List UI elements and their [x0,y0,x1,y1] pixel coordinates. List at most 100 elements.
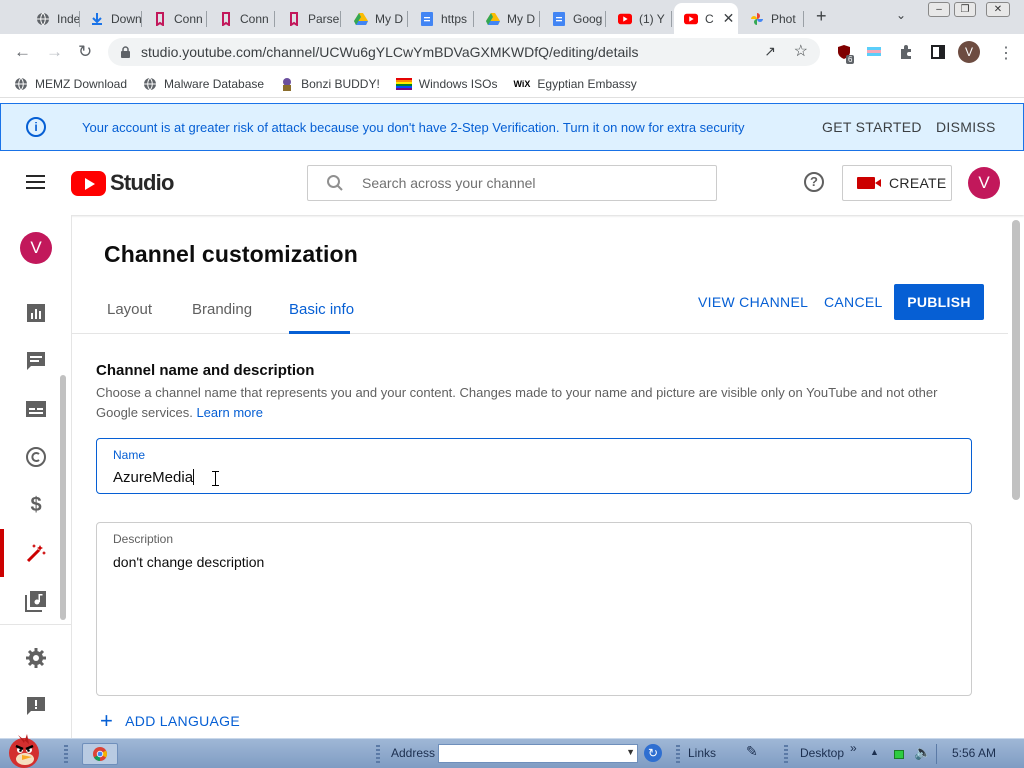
bookmark-egyptian-embassy[interactable]: WiX Egyptian Embassy [513,77,636,91]
publish-button[interactable]: PUBLISH [894,284,984,320]
account-avatar[interactable]: V [968,167,1000,199]
taskbar-grip[interactable] [784,745,788,763]
minimize-button[interactable]: – [928,2,950,17]
chrome-menu-icon[interactable]: ⋮ [998,43,1014,63]
name-input[interactable]: AzureMedia [113,469,195,486]
get-started-button[interactable]: GET STARTED [822,119,922,135]
taskbar-address-input[interactable]: ▼ [438,744,638,763]
chevron-right-icon[interactable]: » [850,741,857,755]
audio-library-icon[interactable] [25,590,47,612]
taskbar-clock[interactable]: 5:56 AM [952,746,996,760]
taskbar-grip[interactable] [376,745,380,763]
analytics-icon[interactable] [25,302,47,324]
bookmark-malware-database[interactable]: Malware Database [143,77,264,91]
browser-tab-active[interactable]: C ✕ [674,3,738,34]
links-toolbar-label[interactable]: Links [688,746,716,760]
speaker-icon[interactable]: 🔈 [914,744,931,761]
bracket-icon [153,11,167,26]
view-channel-button[interactable]: VIEW CHANNEL [698,294,808,310]
dismiss-button[interactable]: DISMISS [936,119,996,135]
battery-icon[interactable] [894,750,904,759]
go-refresh-icon[interactable]: ↻ [644,744,662,762]
bookmark-star-icon[interactable]: ☆ [794,41,808,61]
browser-tab[interactable]: My D [476,3,540,34]
share-icon[interactable]: ↗ [764,43,776,60]
browser-tab[interactable]: My D [344,3,408,34]
monetization-icon[interactable]: $ [25,494,47,516]
browser-tab[interactable]: https [410,3,474,34]
description-textarea[interactable]: don't change description [113,554,264,570]
browser-tab[interactable]: Goog [542,3,606,34]
name-value: AzureMedia [113,469,194,486]
description-field[interactable]: Description don't change description [96,522,972,696]
tab-separator [340,11,341,27]
name-field[interactable]: Name AzureMedia [96,438,972,494]
active-indicator [0,529,4,577]
chrome-icon [93,747,107,761]
learn-more-link[interactable]: Learn more [196,405,262,420]
tab-branding[interactable]: Branding [192,301,252,318]
bookmark-memz[interactable]: MEMZ Download [14,77,127,91]
help-icon[interactable]: ? [804,172,824,192]
tab-close-icon[interactable]: ✕ [723,10,735,27]
taskbar-grip[interactable] [64,745,68,763]
address-bar[interactable]: studio.youtube.com/channel/UCWu6gYLCwYmB… [108,38,820,66]
close-window-button[interactable]: ✕ [986,2,1010,17]
side-panel-icon[interactable] [930,44,946,60]
extension-badge: 6 [846,55,855,64]
main-scrollbar[interactable] [1012,220,1020,500]
back-arrow-icon[interactable]: ← [14,42,31,62]
search-box[interactable] [307,165,717,201]
bookmark-windows-isos[interactable]: Windows ISOs [395,77,497,91]
search-input[interactable] [362,175,702,191]
tray-expand-icon[interactable]: ▲ [870,747,879,757]
tab-separator [274,11,275,27]
reload-icon[interactable]: ↻ [78,42,92,62]
bracket-icon [287,11,301,26]
browser-tab[interactable]: Down [80,3,142,34]
feedback-icon[interactable] [25,695,47,717]
subtitles-icon[interactable] [25,398,47,420]
globe-icon [144,77,157,90]
taskbar-chrome-button[interactable] [82,743,118,765]
desktop-toolbar-label[interactable]: Desktop [800,746,844,760]
tab-title: My D [375,11,403,26]
chrome-profile-avatar[interactable]: V [958,41,980,63]
tab-basic-info[interactable]: Basic info [289,301,354,318]
youtube-icon [684,12,698,26]
angry-bird-start-icon[interactable] [4,731,48,768]
bracket-icon [219,11,233,26]
tab-layout[interactable]: Layout [107,301,152,318]
create-button[interactable]: CREATE [842,165,952,201]
browser-tab[interactable]: Phot [740,3,804,34]
tab-search-chevron-icon[interactable]: ⌄ [896,8,906,22]
menu-icon[interactable] [26,175,45,189]
dropdown-arrow-icon[interactable]: ▼ [626,747,635,757]
maximize-button[interactable]: ❐ [954,2,976,17]
puzzle-extensions-icon[interactable] [898,44,914,60]
taskbar-grip[interactable] [676,745,680,763]
flag-extension-icon[interactable] [866,44,882,60]
copyright-icon[interactable] [25,446,47,468]
security-banner: i Your account is at greater risk of att… [0,103,1024,151]
rail-scrollbar[interactable] [60,375,66,620]
comments-icon[interactable] [25,350,47,372]
studio-logo[interactable]: Studio [71,170,174,196]
cancel-button[interactable]: CANCEL [824,294,883,310]
customization-icon[interactable] [25,542,47,564]
settings-icon[interactable] [25,647,47,669]
browser-tab[interactable]: Parse [277,3,341,34]
browser-tab[interactable]: (1) Y [608,3,672,34]
section-title: Channel name and description [96,362,315,379]
browser-tab[interactable]: Index [26,3,80,34]
forward-arrow-icon[interactable]: → [46,42,63,62]
notepad-icon[interactable]: ✎ [746,743,758,760]
browser-tab[interactable]: Conn [143,3,207,34]
browser-tab[interactable]: Conn [209,3,275,34]
add-language-button[interactable]: + ADD LANGUAGE [100,710,240,732]
bookmark-bonzi-buddy[interactable]: Bonzi BUDDY! [280,77,380,91]
channel-avatar[interactable]: V [20,232,52,264]
new-tab-button[interactable]: + [816,6,827,27]
tab-title: https [441,11,468,26]
tray-divider [936,744,937,764]
